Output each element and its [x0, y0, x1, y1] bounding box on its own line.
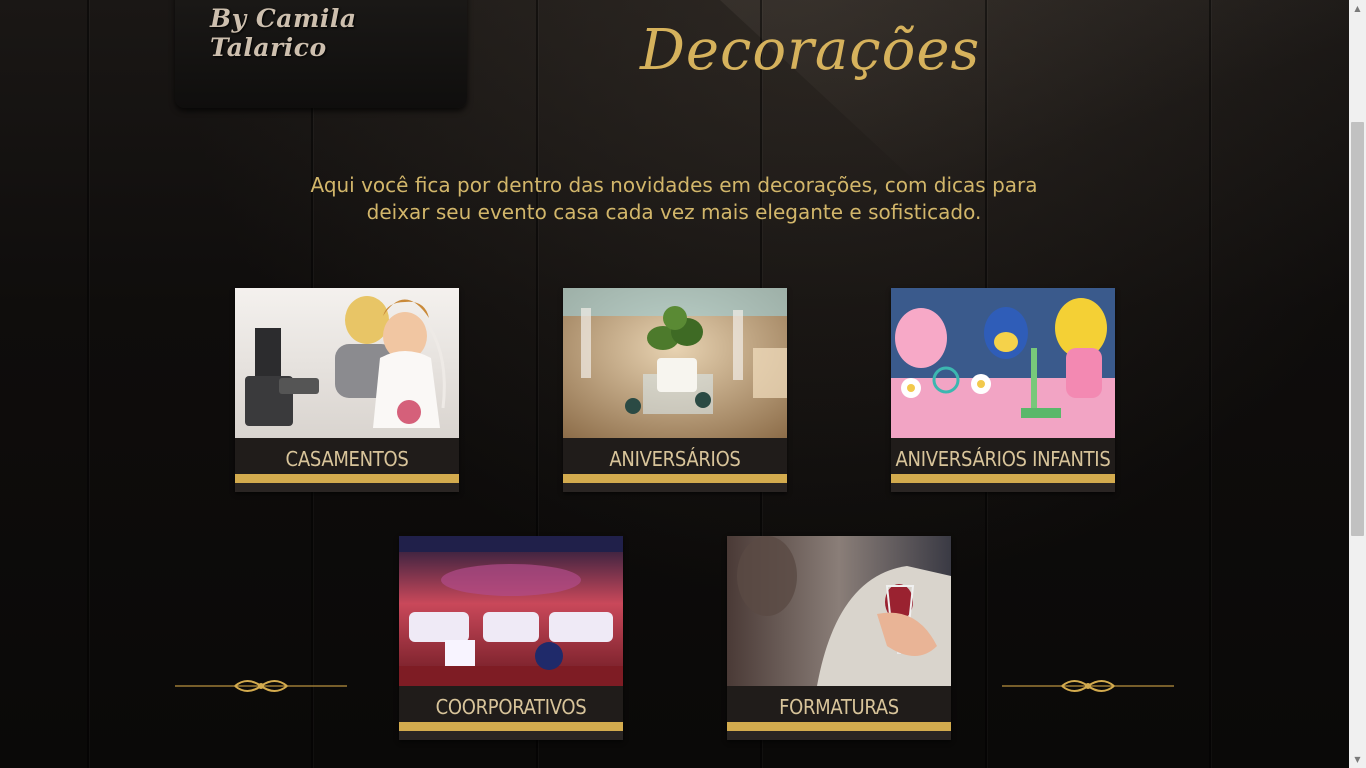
category-accent-bar — [891, 474, 1115, 483]
aniversarios-photo[interactable] — [563, 288, 787, 438]
scrollbar-thumb[interactable] — [1351, 122, 1364, 536]
category-card-footer — [891, 483, 1115, 492]
category-card-footer — [563, 483, 787, 492]
category-accent-bar — [399, 722, 623, 731]
category-label[interactable]: ANIVERSÁRIOS — [563, 438, 787, 474]
intro-text: Aqui você fica por dentro das novidades … — [300, 172, 1048, 226]
category-label[interactable]: COORPORATIVOS — [399, 686, 623, 722]
background-panel-line — [87, 0, 89, 768]
category-card-formaturas[interactable]: FORMATURAS — [727, 536, 951, 740]
category-label[interactable]: ANIVERSÁRIOS INFANTIS — [891, 438, 1115, 474]
category-card-footer — [235, 483, 459, 492]
category-card-footer — [727, 731, 951, 740]
gold-ornament-icon — [1002, 680, 1174, 692]
category-card-aniversarios[interactable]: ANIVERSÁRIOS — [563, 288, 787, 492]
category-accent-bar — [235, 474, 459, 483]
formaturas-photo[interactable] — [727, 536, 951, 686]
category-accent-bar — [563, 474, 787, 483]
scroll-down-arrow-icon[interactable]: ▼ — [1349, 751, 1366, 768]
background-panel-line — [1209, 0, 1211, 768]
category-card-casamentos[interactable]: CASAMENTOS — [235, 288, 459, 492]
logo[interactable]: By Camila Talarico — [210, 4, 470, 62]
category-label[interactable]: FORMATURAS — [727, 686, 951, 722]
category-card-footer — [399, 731, 623, 740]
category-label[interactable]: CASAMENTOS — [235, 438, 459, 474]
gold-ornament-icon — [175, 680, 347, 692]
intro-line: Aqui você fica por dentro das novidades … — [310, 173, 1038, 197]
category-card-aniversarios-infantis[interactable]: ANIVERSÁRIOS INFANTIS — [891, 288, 1115, 492]
intro-line: deixar seu evento casa cada vez mais ele… — [366, 200, 982, 224]
scroll-up-arrow-icon[interactable]: ▲ — [1349, 0, 1366, 17]
casamentos-photo[interactable] — [235, 288, 459, 438]
category-card-coorporativos[interactable]: COORPORATIVOS — [399, 536, 623, 740]
aniversarios-infantis-photo[interactable] — [891, 288, 1115, 438]
page-background: By Camila Talarico Decorações Aqui você … — [0, 0, 1349, 768]
category-accent-bar — [727, 722, 951, 731]
page-title: Decorações — [640, 18, 981, 83]
coorporativos-photo[interactable] — [399, 536, 623, 686]
